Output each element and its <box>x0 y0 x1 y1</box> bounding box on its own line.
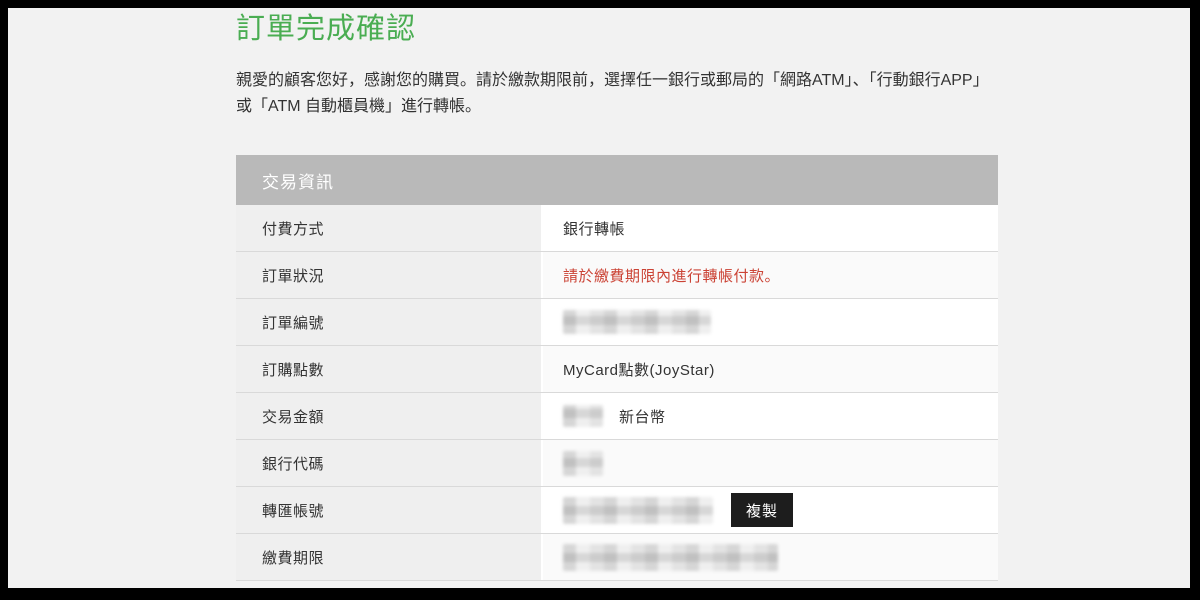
table-row-order-number: 訂單編號 <box>236 299 998 346</box>
redacted-payment-deadline <box>563 544 778 571</box>
redacted-transfer-account <box>563 497 713 524</box>
row-label: 交易金額 <box>236 393 543 439</box>
row-label: 訂單狀況 <box>236 252 543 298</box>
table-header: 交易資訊 <box>236 155 998 205</box>
page-title: 訂單完成確認 <box>236 10 1008 48</box>
row-value: 銀行轉帳 <box>543 205 998 251</box>
row-value: 複製 <box>543 487 998 533</box>
table-row-order-status: 訂單狀況 請於繳費期限內進行轉帳付款。 <box>236 252 998 299</box>
table-row-bank-code: 銀行代碼 <box>236 440 998 487</box>
currency-label: 新台幣 <box>619 406 666 427</box>
row-label: 繳費期限 <box>236 534 543 580</box>
row-label: 銀行代碼 <box>236 440 543 486</box>
table-row-points-product: 訂購點數 MyCard點數(JoyStar) <box>236 346 998 393</box>
main-content: 訂單完成確認 親愛的顧客您好，感謝您的購買。請於繳款期限前，選擇任一銀行或郵局的… <box>236 8 1008 120</box>
redacted-amount <box>563 405 603 427</box>
table-row-payment-method: 付費方式 銀行轉帳 <box>236 205 998 252</box>
row-value: 新台幣 <box>543 393 998 439</box>
transaction-info-table: 交易資訊 付費方式 銀行轉帳 訂單狀況 請於繳費期限內進行轉帳付款。 訂單編號 … <box>236 155 998 581</box>
table-row-amount: 交易金額 新台幣 <box>236 393 998 440</box>
page-background: 訂單完成確認 親愛的顧客您好，感謝您的購買。請於繳款期限前，選擇任一銀行或郵局的… <box>8 8 1190 588</box>
row-value <box>543 299 998 345</box>
copy-button[interactable]: 複製 <box>731 493 793 527</box>
row-label: 轉匯帳號 <box>236 487 543 533</box>
redacted-bank-code <box>563 451 603 476</box>
redacted-order-number <box>563 310 711 334</box>
row-value <box>543 440 998 486</box>
intro-text: 親愛的顧客您好，感謝您的購買。請於繳款期限前，選擇任一銀行或郵局的「網路ATM」… <box>236 68 994 120</box>
table-row-payment-deadline: 繳費期限 <box>236 534 998 581</box>
row-label: 訂購點數 <box>236 346 543 392</box>
row-value <box>543 534 998 580</box>
row-label: 付費方式 <box>236 205 543 251</box>
row-label: 訂單編號 <box>236 299 543 345</box>
row-value: MyCard點數(JoyStar) <box>543 346 998 392</box>
order-status-alert: 請於繳費期限內進行轉帳付款。 <box>543 252 998 298</box>
table-row-transfer-account: 轉匯帳號 複製 <box>236 487 998 534</box>
